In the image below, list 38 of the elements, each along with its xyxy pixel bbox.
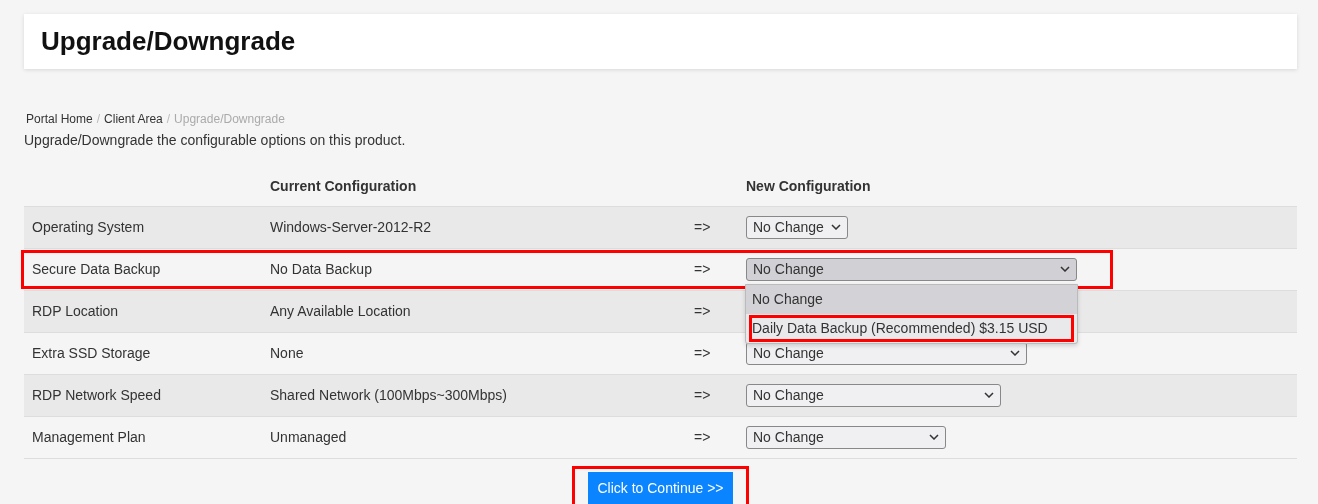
- option-label: RDP Location: [24, 290, 269, 332]
- arrow-text: =>: [693, 206, 745, 248]
- breadcrumb-separator: /: [166, 111, 171, 128]
- breadcrumb-separator: /: [96, 111, 101, 128]
- arrow-text: =>: [693, 374, 745, 416]
- arrow-text: =>: [693, 416, 745, 458]
- option-label: Extra SSD Storage: [24, 332, 269, 374]
- current-value: Unmanaged: [269, 416, 693, 458]
- arrow-text: =>: [693, 248, 745, 290]
- current-value: Windows-Server-2012-R2: [269, 206, 693, 248]
- dropdown-select[interactable]: No Change: [746, 383, 1001, 407]
- description-text: Upgrade/Downgrade the configurable options on this product.: [24, 131, 407, 150]
- arrow-text: =>: [693, 290, 745, 332]
- current-value: None: [269, 332, 693, 374]
- chevron-down-icon: [1010, 350, 1020, 356]
- option-label: Operating System: [24, 206, 269, 248]
- dropdown-select[interactable]: No Change: [746, 215, 848, 239]
- continue-button[interactable]: Click to Continue >>: [588, 471, 733, 504]
- chevron-down-icon: [1060, 266, 1070, 272]
- column-header: New Configuration: [745, 168, 1297, 206]
- option-label: Secure Data Backup: [24, 248, 269, 290]
- column-header: Current Configuration: [269, 168, 693, 206]
- breadcrumb-link[interactable]: Client Area: [104, 110, 163, 128]
- current-value: Any Available Location: [269, 290, 693, 332]
- current-value: Shared Network (100Mbps~300Mbps): [269, 374, 693, 416]
- current-value: No Data Backup: [269, 248, 693, 290]
- dropdown-select[interactable]: No Change: [746, 257, 1077, 281]
- option-label: RDP Network Speed: [24, 374, 269, 416]
- dropdown-option[interactable]: Daily Data Backup (Recommended) $3.15 USD: [748, 313, 1075, 343]
- page-title: Upgrade/Downgrade: [41, 25, 296, 58]
- chevron-down-icon: [929, 434, 939, 440]
- chevron-down-icon: [984, 392, 994, 398]
- dropdown-option[interactable]: No Change: [746, 284, 1077, 314]
- breadcrumb-link[interactable]: Portal Home: [26, 110, 93, 128]
- arrow-text: =>: [693, 332, 745, 374]
- chevron-down-icon: [831, 224, 841, 230]
- option-label: Management Plan: [24, 416, 269, 458]
- dropdown-select[interactable]: No Change: [746, 425, 946, 449]
